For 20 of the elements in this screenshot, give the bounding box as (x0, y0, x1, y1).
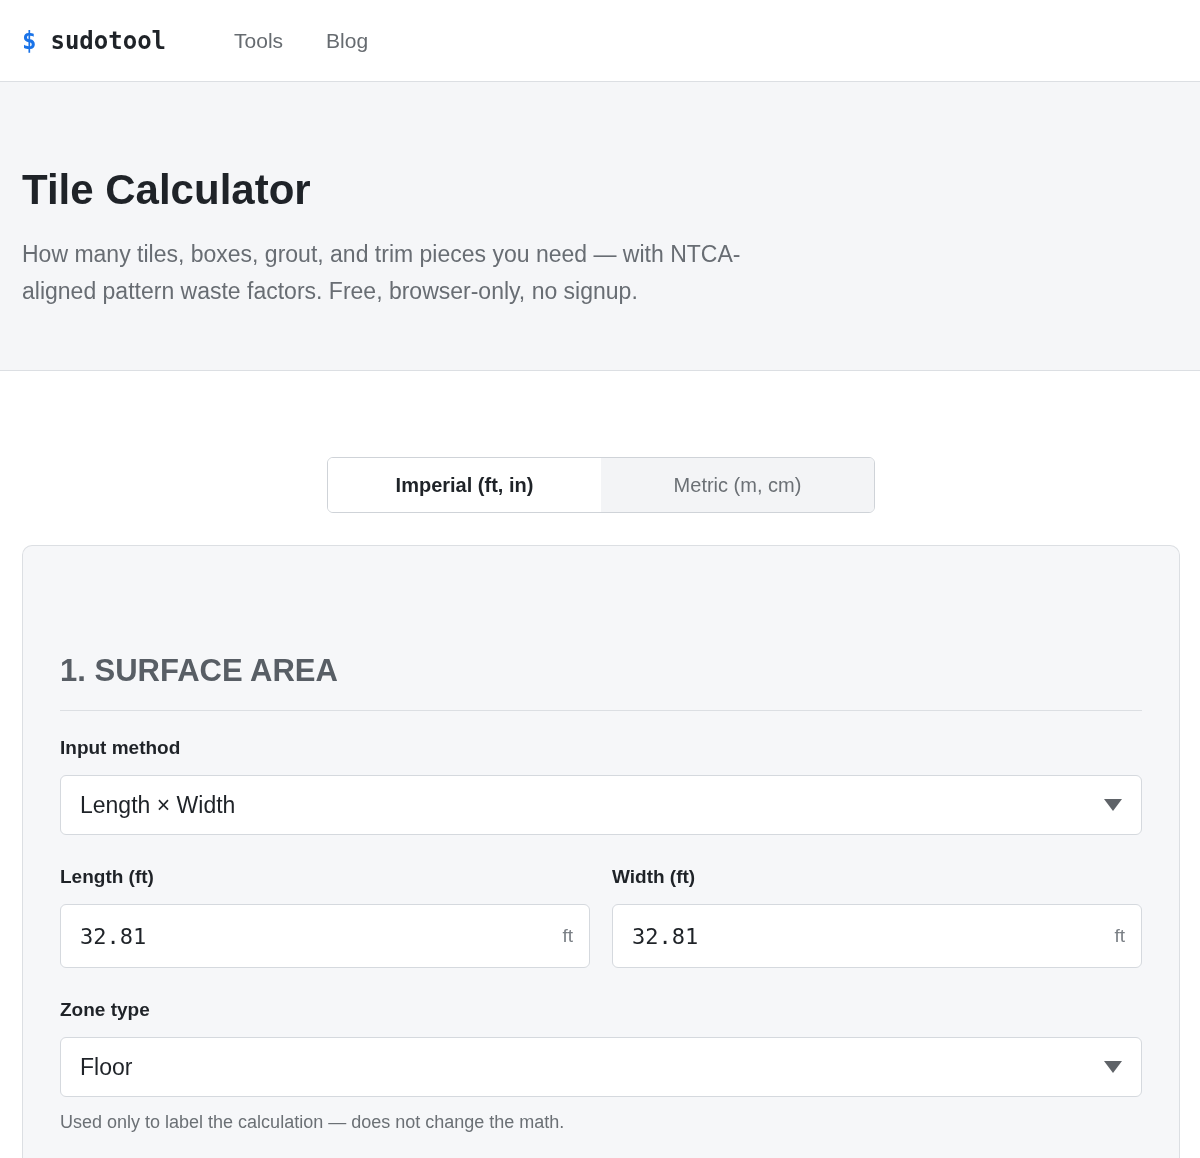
field-label: Length (ft) (60, 865, 154, 889)
number-input[interactable]: 32.81 ft (60, 904, 590, 968)
field-hint: Used only to label the calculation — does not change the math. (60, 1111, 565, 1133)
number-input[interactable]: 32.81 ft (612, 904, 1142, 968)
unit-tab[interactable]: Metric (m, cm) (601, 458, 874, 512)
field-label: Zone type (60, 998, 150, 1022)
field-label: Input method (60, 736, 181, 760)
caret-icon (1104, 1061, 1122, 1073)
logo-link[interactable]: $ sudotool (22, 26, 167, 55)
dropdown-select[interactable]: Length × Width (60, 775, 1142, 835)
page-description: How many tiles, boxes, grout, and trim pieces you need — with NTCA-aligned pattern waste factors. Free, browser-only, no signup. (22, 240, 742, 306)
page-title: Tile Calculator (22, 165, 311, 215)
section-heading: 1. SURFACE AREA (60, 652, 338, 690)
dropdown-select[interactable]: Floor (60, 1037, 1142, 1097)
nav-link[interactable]: Tools (234, 28, 284, 53)
field-label: Width (ft) (612, 865, 696, 889)
unit-suffix: ft (1114, 925, 1125, 947)
caret-icon (1104, 799, 1122, 811)
nav-link[interactable]: Blog (326, 28, 369, 53)
unit-suffix: ft (562, 925, 573, 947)
